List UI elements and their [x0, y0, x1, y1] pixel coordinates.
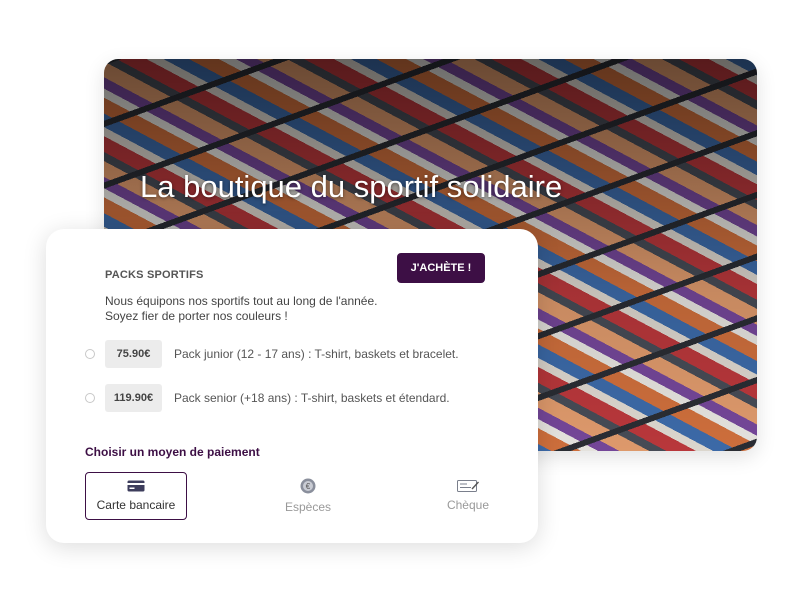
pack-option-senior[interactable]: 119.90€ Pack senior (+18 ans) : T-shirt,… — [85, 384, 525, 412]
pack-option-label: Pack senior (+18 ans) : T-shirt, baskets… — [174, 391, 450, 405]
buy-button[interactable]: J'ACHÈTE ! — [397, 253, 485, 283]
hero-title: La boutique du sportif solidaire — [140, 169, 563, 204]
radio-button[interactable] — [85, 393, 95, 403]
payment-cheque-button[interactable]: Chèque — [417, 472, 519, 520]
description-line-2: Soyez fier de porter nos couleurs ! — [105, 309, 288, 323]
packs-title: PACKS SPORTIFS — [105, 269, 204, 281]
price-badge: 119.90€ — [105, 384, 162, 412]
payment-title: Choisir un moyen de paiement — [85, 445, 260, 459]
pack-option-junior[interactable]: 75.90€ Pack junior (12 - 17 ans) : T-shi… — [85, 340, 525, 368]
payment-card-button[interactable]: Carte bancaire — [85, 472, 187, 520]
cheque-icon — [457, 480, 479, 492]
payment-label: Chèque — [446, 498, 490, 512]
description-line-1: Nous équipons nos sportifs tout au long … — [105, 294, 378, 308]
pack-option-label: Pack junior (12 - 17 ans) : T-shirt, bas… — [174, 347, 459, 361]
payment-cash-button[interactable]: € Espèces — [257, 472, 359, 520]
credit-card-icon — [127, 480, 145, 492]
packs-card: PACKS SPORTIFS J'ACHÈTE ! Nous équipons … — [46, 229, 538, 543]
price-badge: 75.90€ — [105, 340, 162, 368]
coin-icon: € — [300, 478, 316, 494]
payment-label: Espèces — [284, 500, 332, 514]
svg-text:€: € — [306, 482, 311, 491]
packs-description: Nous équipons nos sportifs tout au long … — [105, 294, 405, 324]
payment-label: Carte bancaire — [96, 498, 176, 512]
radio-button[interactable] — [85, 349, 95, 359]
